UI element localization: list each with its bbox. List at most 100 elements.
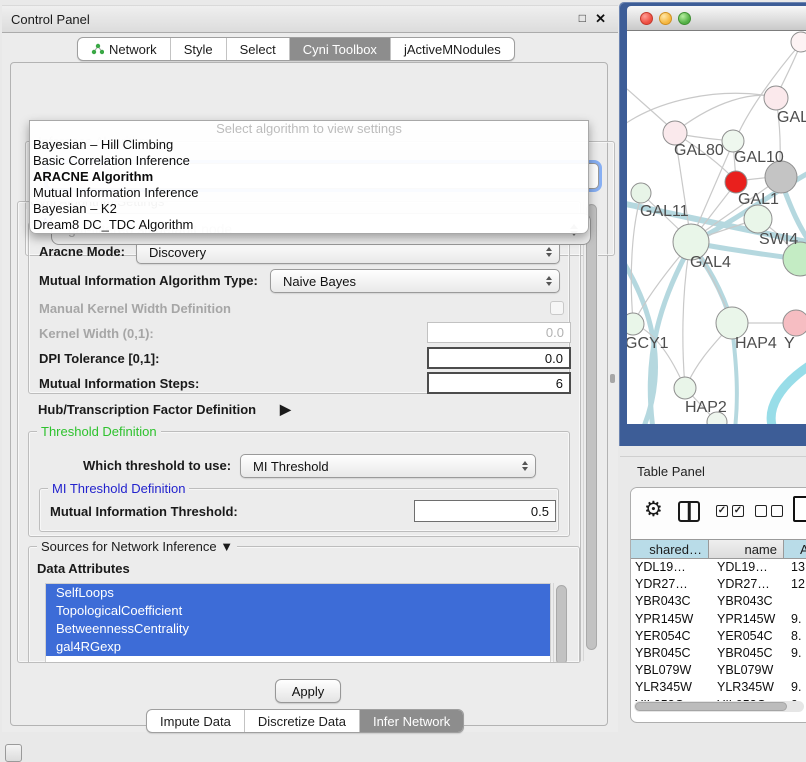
cell: YER054C (709, 628, 784, 645)
menu-item-dream8[interactable]: Dream8 DC_TDC Algorithm (30, 217, 588, 233)
mutual-info-threshold-label: Mutual Information Threshold: (50, 504, 238, 519)
network-node[interactable] (791, 32, 806, 52)
column-header-partial[interactable]: A (784, 540, 806, 558)
gear-icon[interactable]: ⚙ (644, 497, 663, 522)
table-row[interactable]: YDL19…YDL19…13 (631, 559, 806, 576)
table-row[interactable]: YBR045CYBR045C9. (631, 645, 806, 662)
mutual-info-threshold-field[interactable]: 0.5 (414, 500, 556, 522)
menu-item-bayesian-k2[interactable]: Bayesian – K2 (30, 201, 588, 217)
cell: YDR27… (709, 576, 784, 593)
cell (784, 662, 806, 679)
tab-network-label: Network (109, 42, 157, 57)
tab-cyni-toolbox-label: Cyni Toolbox (303, 42, 377, 57)
float-window-icon[interactable]: □ (579, 11, 586, 25)
collapsed-arrow-icon[interactable]: ▶ (280, 401, 291, 418)
close-traffic-light[interactable] (640, 12, 653, 25)
network-node-gal1[interactable] (744, 205, 772, 233)
network-node-hap2[interactable] (674, 377, 696, 399)
tab-network[interactable]: Network (78, 38, 171, 60)
minimize-traffic-light[interactable] (659, 12, 672, 25)
menu-item-bayesian-hill-climbing[interactable]: Bayesian – Hill Climbing (30, 137, 588, 153)
tab-impute-data[interactable]: Impute Data (147, 710, 245, 732)
network-node-selected-red[interactable] (725, 171, 747, 193)
chevron-updown-icon (546, 276, 552, 286)
list-item-betweennesscentrality[interactable]: BetweennessCentrality (46, 620, 550, 638)
mi-steps-field[interactable]: 6 (427, 372, 571, 394)
corner-panel-icon[interactable] (5, 744, 22, 762)
tab-impute-data-label: Impute Data (160, 714, 231, 729)
table-horizontal-scrollbar[interactable] (634, 701, 804, 712)
network-node-gal11[interactable] (631, 183, 651, 203)
which-threshold-combobox[interactable]: MI Threshold (240, 454, 536, 478)
control-panel-titlebar: Control Panel □ ✕ (2, 6, 618, 33)
list-item-gal4rgexp[interactable]: gal4RGexp (46, 638, 550, 656)
checked-checkbox-icon[interactable]: ✓ (716, 505, 728, 517)
tab-select[interactable]: Select (227, 38, 290, 60)
manual-kernel-checkbox[interactable] (550, 301, 564, 315)
mi-steps-label: Mutual Information Steps: (39, 376, 199, 391)
table-row[interactable]: YPR145WYPR145W9. (631, 611, 806, 628)
tab-jactivemnodules-label: jActiveMNodules (404, 42, 501, 57)
splitter-grip[interactable] (610, 374, 615, 383)
threshold-definition-group: Threshold Definition Which threshold to … (28, 431, 570, 537)
mi-algorithm-type-value: Naive Bayes (283, 274, 356, 289)
mi-threshold-definition-label: MI Threshold Definition (48, 481, 189, 496)
control-panel-window: Control Panel □ ✕ Network Style Select C… (2, 5, 618, 732)
columns-icon[interactable] (678, 501, 700, 522)
menu-item-aracne[interactable]: ARACNE Algorithm (30, 169, 588, 185)
cell: YER054C (631, 628, 709, 645)
data-attributes-list[interactable]: SelfLoops TopologicalCoefficient Between… (45, 583, 551, 663)
table-row[interactable]: YER054CYER054C8. (631, 628, 806, 645)
tab-infer-network[interactable]: Infer Network (360, 710, 463, 732)
cell: 9. (784, 645, 806, 662)
table-row[interactable]: YLR345WYLR345W9. (631, 679, 806, 696)
cell: YDL19… (709, 559, 784, 576)
algorithm-dropdown-popup: Select algorithm to view settings Bayesi… (29, 120, 589, 234)
table-row[interactable]: YDR27…YDR27…12 (631, 576, 806, 593)
cyni-toolbox-panel: Inference Algorithm gal-filtered sif def… (10, 62, 608, 726)
tab-cyni-toolbox[interactable]: Cyni Toolbox (290, 38, 391, 60)
tab-style[interactable]: Style (171, 38, 227, 60)
bottom-tab-bar: Impute Data Discretize Data Infer Networ… (146, 709, 464, 733)
cell (784, 593, 806, 610)
cell: YBL079W (631, 662, 709, 679)
attribute-list-scrollbar[interactable] (553, 583, 566, 663)
network-node-gcy1[interactable] (627, 313, 644, 335)
menu-item-mutual-information[interactable]: Mutual Information Inference (30, 185, 588, 201)
chevron-updown-icon (522, 461, 528, 471)
kernel-width-field[interactable]: 0.0 (427, 322, 571, 343)
node-label: Y (784, 335, 795, 353)
mi-algorithm-type-combobox[interactable]: Naive Bayes (270, 269, 560, 293)
column-header-name[interactable]: name (709, 540, 784, 558)
list-item-selfloops[interactable]: SelfLoops (46, 584, 550, 602)
hub-tf-definition-label: Hub/Transcription Factor Definition (38, 402, 256, 417)
network-node[interactable] (764, 86, 788, 110)
tab-discretize-data[interactable]: Discretize Data (245, 710, 360, 732)
aracne-mode-value: Discovery (149, 245, 206, 260)
network-canvas[interactable]: GAL GAL80 GAL10 GAL11 GAL1 SWI4 GAL4 GCY… (627, 31, 806, 424)
node-label: HAP2 (685, 399, 727, 417)
node-label: HAP4 (735, 335, 777, 353)
manual-kernel-label: Manual Kernel Width Definition (39, 301, 231, 316)
unchecked-checkbox-icon[interactable] (755, 505, 767, 517)
tab-jactivemnodules[interactable]: jActiveMNodules (391, 38, 514, 60)
menu-item-basic-correlation[interactable]: Basic Correlation Inference (30, 153, 588, 169)
apply-button[interactable]: Apply (275, 679, 341, 703)
list-item-topologicalcoefficient[interactable]: TopologicalCoefficient (46, 602, 550, 620)
unchecked-checkbox-icon[interactable] (771, 505, 783, 517)
mi-threshold-definition-group: MI Threshold Definition Mutual Informati… (39, 488, 559, 532)
table-row[interactable]: YBR043CYBR043C (631, 593, 806, 610)
checked-checkbox-icon[interactable]: ✓ (732, 505, 744, 517)
table-row[interactable]: YBL079WYBL079W (631, 662, 806, 679)
network-node[interactable] (783, 310, 806, 336)
page-icon[interactable] (793, 496, 806, 522)
settings-scrollbar[interactable] (583, 201, 598, 661)
zoom-traffic-light[interactable] (678, 12, 691, 25)
close-icon[interactable]: ✕ (595, 11, 606, 27)
dpi-tolerance-field[interactable]: 0.0 (427, 347, 571, 369)
node-label: GAL80 (674, 142, 724, 160)
expanded-arrow-icon[interactable]: ▼ (220, 539, 233, 554)
tab-style-label: Style (184, 42, 213, 57)
column-header-shared-name[interactable]: shared… (631, 540, 709, 558)
sources-group-label: Sources for Network Inference ▼ (37, 539, 237, 554)
